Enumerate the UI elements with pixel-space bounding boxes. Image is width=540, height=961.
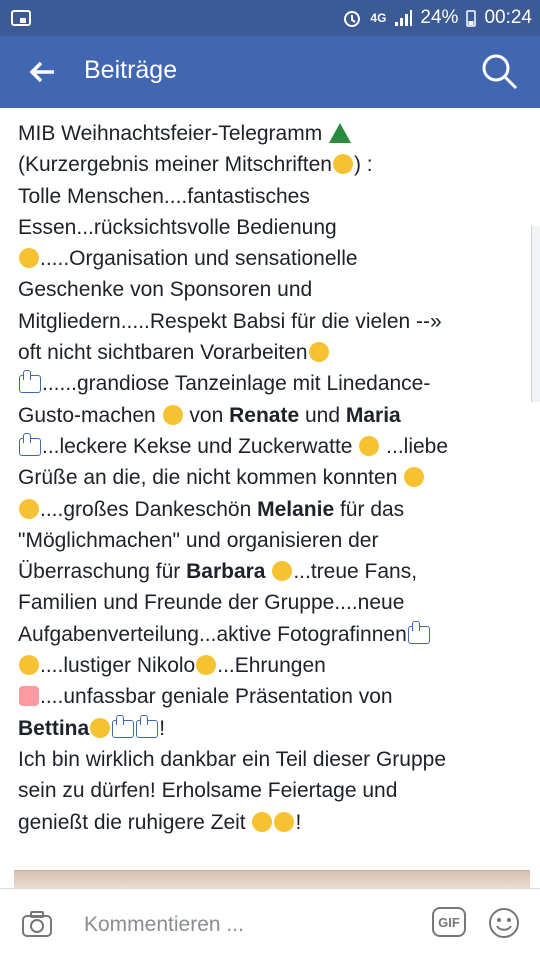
post-line: .....Organisation und sensationelle — [40, 247, 358, 271]
comment-composer: GIF — [0, 888, 540, 961]
post-line: Familien und Freunde der Gruppe....neue — [18, 591, 405, 615]
gif-label: GIF — [438, 914, 460, 930]
tagged-name[interactable]: Maria — [346, 404, 401, 427]
post-line: ...treue Fans, — [293, 560, 418, 584]
wink-emoji-icon — [332, 154, 353, 175]
tagged-name[interactable]: Bettina — [18, 717, 89, 740]
post-line: Überraschung für — [18, 560, 187, 584]
camera-button[interactable] — [20, 907, 54, 941]
tagged-name[interactable]: Barbara — [186, 560, 265, 583]
status-indicators: 4G 24% 00:24 — [342, 6, 532, 30]
post-line: Grüße an die, die nicht kommen konnten — [18, 466, 398, 490]
smiley-icon — [489, 908, 519, 938]
side-scroll-tab[interactable] — [531, 226, 540, 402]
kiss-emoji-icon — [90, 717, 111, 738]
christmas-tree-icon — [329, 123, 352, 143]
post-line: ....lustiger Nikolo — [40, 654, 196, 678]
screen-mirror-icon — [11, 10, 31, 26]
tagged-name[interactable]: Melanie — [257, 498, 334, 521]
sparkling-heart-icon — [19, 686, 39, 707]
post-line: oft nicht sichtbaren Vorarbeiten — [18, 341, 308, 365]
thumbs-up-icon — [19, 432, 41, 456]
post-line: ...leckere Kekse und Zuckerwatte — [42, 434, 353, 458]
surprised-emoji-icon — [404, 467, 425, 488]
post-line: ...liebe — [380, 434, 449, 458]
post-line: sein zu dürfen! Erholsame Feiertage und — [18, 779, 398, 803]
post-line: ....unfassbar geniale Präsentation von — [40, 685, 393, 709]
kiss-emoji-icon — [308, 342, 329, 363]
smile-emoji-icon — [274, 811, 295, 832]
post-line: Aufgabenverteilung...aktive Fotografinne… — [18, 622, 407, 646]
post-line: MIB Weihnachtsfeier-Telegramm — [18, 122, 323, 145]
arrow-left-icon — [29, 61, 54, 83]
post-line: (Kurzergebnis meiner Mitschriften — [18, 153, 332, 177]
post-line: Essen...rücksichtsvolle Bedienung — [18, 215, 337, 239]
kiss-emoji-icon — [162, 404, 183, 425]
search-icon — [482, 54, 518, 90]
post-line: ......grandiose Tanzeinlage mit Linedanc… — [42, 372, 431, 396]
post-line: Tolle Menschen....fantastisches — [18, 184, 310, 208]
tagged-name[interactable]: Renate — [229, 404, 299, 427]
battery-percent: 24% — [420, 7, 459, 28]
post-line: ...Ehrungen — [217, 654, 326, 678]
alarm-icon — [344, 11, 361, 27]
post-line: Geschenke von Sponsoren und — [18, 278, 313, 302]
laughing-emoji-icon — [196, 655, 217, 676]
post-line: Mitgliedern.....Respekt Babsi für die vi… — [18, 309, 442, 333]
post-line: ) : — [353, 153, 373, 177]
post-line: Ich bin wirklich dankbar ein Teil dieser… — [18, 747, 446, 771]
post-line: ....großes Dankeschön — [40, 497, 258, 521]
kiss-emoji-icon — [19, 498, 39, 519]
post-line: genießt die ruhigere Zeit — [18, 810, 246, 834]
post-line: "Möglichmachen" und organisieren der — [18, 528, 379, 552]
status-bar: 4G 24% 00:24 — [0, 0, 540, 36]
post-line: und — [299, 403, 346, 427]
post-line: ! — [295, 810, 302, 834]
page-title: Beiträge — [84, 56, 178, 84]
kiss-emoji-icon — [19, 655, 39, 676]
network-type: 4G — [370, 11, 387, 25]
post-line: Gusto-machen — [18, 403, 156, 427]
camera-icon — [22, 911, 52, 937]
post-line: ! — [159, 716, 166, 740]
search-button[interactable] — [480, 52, 520, 92]
thumbs-up-icon — [19, 370, 41, 394]
post-line: für das — [334, 497, 405, 521]
signal-icon — [395, 10, 413, 26]
thumbs-up-icon — [112, 714, 135, 738]
clock: 00:24 — [484, 7, 532, 28]
thumbs-up-icon — [407, 620, 430, 644]
comment-input[interactable] — [84, 909, 334, 941]
back-button[interactable] — [22, 52, 62, 92]
post-line: von — [183, 403, 230, 427]
heart-eyes-emoji-icon — [272, 561, 293, 582]
app-bar: Beiträge — [0, 36, 540, 108]
thumbs-up-icon — [136, 714, 159, 738]
gif-button[interactable]: GIF — [432, 907, 466, 937]
emoji-button[interactable] — [488, 907, 520, 939]
smile-emoji-icon — [19, 248, 39, 269]
battery-icon — [466, 10, 477, 27]
post-text: MIB Weihnachtsfeier-Telegramm (Kurzergeb… — [18, 118, 524, 838]
smile-emoji-icon — [359, 435, 380, 456]
wink-emoji-icon — [252, 811, 273, 832]
